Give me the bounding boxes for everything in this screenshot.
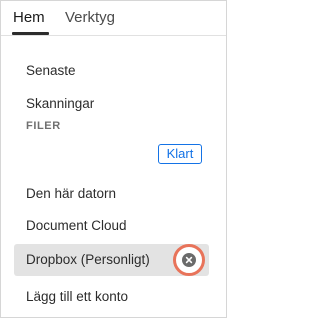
nav-item-scans[interactable]: Skanningar [26, 95, 94, 113]
file-location-dropbox-label: Dropbox (Personligt) [26, 252, 150, 267]
tab-tools[interactable]: Verktyg [65, 8, 115, 28]
remove-account-highlight [173, 244, 205, 276]
add-account-link[interactable]: Lägg till ett konto [26, 288, 128, 306]
tab-bar: Hem Verktyg [1, 1, 226, 36]
files-section-label: FILER [26, 120, 61, 132]
nav-item-recent[interactable]: Senaste [26, 62, 76, 80]
file-location-this-computer[interactable]: Den här datorn [26, 185, 116, 203]
close-cross-glyph [185, 256, 193, 264]
tab-home[interactable]: Hem [13, 8, 45, 28]
file-navigation-panel: Hem Verktyg Senaste Skanningar FILER Kla… [0, 0, 227, 318]
done-button[interactable]: Klart [158, 144, 202, 164]
close-circle-icon[interactable] [182, 253, 196, 267]
file-location-document-cloud[interactable]: Document Cloud [26, 217, 127, 235]
active-tab-indicator [12, 32, 49, 35]
